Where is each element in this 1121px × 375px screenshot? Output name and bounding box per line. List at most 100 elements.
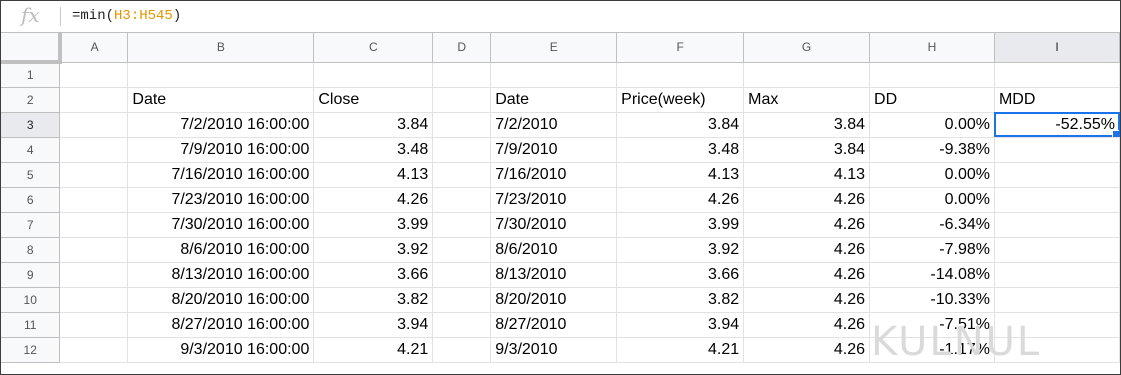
cell-e1[interactable] [490, 62, 618, 88]
cell-d2[interactable] [432, 87, 492, 113]
cell-f1[interactable] [616, 62, 745, 88]
cell-c2[interactable]: Close [313, 87, 434, 113]
cell-c11[interactable]: 3.94 [313, 312, 434, 338]
cell-b3[interactable]: 7/2/2010 16:00:00 [127, 112, 315, 138]
cell-a8[interactable] [59, 237, 129, 263]
column-header-a[interactable]: A [59, 33, 129, 63]
cell-i5[interactable] [994, 162, 1120, 188]
cell-g1[interactable] [743, 62, 871, 88]
cell-a3[interactable] [59, 112, 129, 138]
cell-g11[interactable]: 4.26 [743, 312, 871, 338]
fill-handle[interactable] [1112, 129, 1119, 136]
row-header-5[interactable]: 5 [1, 162, 61, 188]
cell-c6[interactable]: 4.26 [313, 187, 434, 213]
row-header-1[interactable]: 1 [1, 62, 61, 88]
column-header-h[interactable]: H [869, 33, 995, 63]
cell-g8[interactable]: 4.26 [743, 237, 871, 263]
cell-e4[interactable]: 7/9/2010 [490, 137, 618, 163]
cell-d11[interactable] [432, 312, 492, 338]
row-header-7[interactable]: 7 [1, 212, 61, 238]
row-header-8[interactable]: 8 [1, 237, 61, 263]
cell-c3[interactable]: 3.84 [313, 112, 434, 138]
cell-d8[interactable] [432, 237, 492, 263]
cell-h9[interactable]: -14.08% [869, 262, 995, 288]
cell-b4[interactable]: 7/9/2010 16:00:00 [127, 137, 315, 163]
cell-f6[interactable]: 4.26 [616, 187, 745, 213]
cell-h11[interactable]: -7.51% [869, 312, 995, 338]
cell-g9[interactable]: 4.26 [743, 262, 871, 288]
cell-d5[interactable] [432, 162, 492, 188]
cell-b6[interactable]: 7/23/2010 16:00:00 [127, 187, 315, 213]
cell-e9[interactable]: 8/13/2010 [490, 262, 618, 288]
cell-b7[interactable]: 7/30/2010 16:00:00 [127, 212, 315, 238]
cell-d6[interactable] [432, 187, 492, 213]
row-header-10[interactable]: 10 [1, 287, 61, 313]
cell-a4[interactable] [59, 137, 129, 163]
cell-d4[interactable] [432, 137, 492, 163]
cell-b9[interactable]: 8/13/2010 16:00:00 [127, 262, 315, 288]
cell-g5[interactable]: 4.13 [743, 162, 871, 188]
cell-e11[interactable]: 8/27/2010 [490, 312, 618, 338]
cell-e2[interactable]: Date [490, 87, 618, 113]
cell-g3[interactable]: 3.84 [743, 112, 871, 138]
cell-g6[interactable]: 4.26 [743, 187, 871, 213]
row-header-9[interactable]: 9 [1, 262, 61, 288]
cell-d10[interactable] [432, 287, 492, 313]
cell-a7[interactable] [59, 212, 129, 238]
column-header-b[interactable]: B [127, 33, 315, 63]
cell-f4[interactable]: 3.48 [616, 137, 745, 163]
cell-h4[interactable]: -9.38% [869, 137, 995, 163]
column-header-d[interactable]: D [432, 33, 492, 63]
cell-i8[interactable] [994, 237, 1120, 263]
cell-a11[interactable] [59, 312, 129, 338]
cell-i6[interactable] [994, 187, 1120, 213]
cell-e7[interactable]: 7/30/2010 [490, 212, 618, 238]
cell-e5[interactable]: 7/16/2010 [490, 162, 618, 188]
cell-i4[interactable] [994, 137, 1120, 163]
cell-f9[interactable]: 3.66 [616, 262, 745, 288]
row-header-4[interactable]: 4 [1, 137, 61, 163]
cell-e12[interactable]: 9/3/2010 [490, 337, 618, 363]
cell-f5[interactable]: 4.13 [616, 162, 745, 188]
cell-e3[interactable]: 7/2/2010 [490, 112, 618, 138]
row-header-3[interactable]: 3 [1, 112, 61, 138]
cell-i2[interactable]: MDD [994, 87, 1120, 113]
cell-a1[interactable] [59, 62, 129, 88]
cell-c5[interactable]: 4.13 [313, 162, 434, 188]
cell-h2[interactable]: DD [869, 87, 995, 113]
cell-h3[interactable]: 0.00% [869, 112, 995, 138]
cell-c9[interactable]: 3.66 [313, 262, 434, 288]
cell-f12[interactable]: 4.21 [616, 337, 745, 363]
cell-h1[interactable] [869, 62, 995, 88]
cell-b5[interactable]: 7/16/2010 16:00:00 [127, 162, 315, 188]
cell-g7[interactable]: 4.26 [743, 212, 871, 238]
cell-g2[interactable]: Max [743, 87, 871, 113]
column-header-e[interactable]: E [490, 33, 618, 63]
cell-a12[interactable] [59, 337, 129, 363]
column-header-c[interactable]: C [313, 33, 434, 63]
cell-f2[interactable]: Price(week) [616, 87, 745, 113]
cell-f8[interactable]: 3.92 [616, 237, 745, 263]
cell-d1[interactable] [432, 62, 492, 88]
cell-e10[interactable]: 8/20/2010 [490, 287, 618, 313]
cell-i9[interactable] [994, 262, 1120, 288]
row-header-12[interactable]: 12 [1, 337, 61, 363]
cell-c1[interactable] [313, 62, 434, 88]
column-header-g[interactable]: G [743, 33, 871, 63]
cell-b1[interactable] [127, 62, 315, 88]
cell-i3[interactable]: -52.55% [994, 112, 1120, 138]
cell-d9[interactable] [432, 262, 492, 288]
cell-h10[interactable]: -10.33% [869, 287, 995, 313]
cell-a6[interactable] [59, 187, 129, 213]
cell-a9[interactable] [59, 262, 129, 288]
cell-f3[interactable]: 3.84 [616, 112, 745, 138]
cell-h6[interactable]: 0.00% [869, 187, 995, 213]
cell-b2[interactable]: Date [127, 87, 315, 113]
cell-f10[interactable]: 3.82 [616, 287, 745, 313]
row-header-11[interactable]: 11 [1, 312, 61, 338]
cell-i7[interactable] [994, 212, 1120, 238]
cell-f11[interactable]: 3.94 [616, 312, 745, 338]
cell-e8[interactable]: 8/6/2010 [490, 237, 618, 263]
cell-h8[interactable]: -7.98% [869, 237, 995, 263]
cell-i11[interactable] [994, 312, 1120, 338]
